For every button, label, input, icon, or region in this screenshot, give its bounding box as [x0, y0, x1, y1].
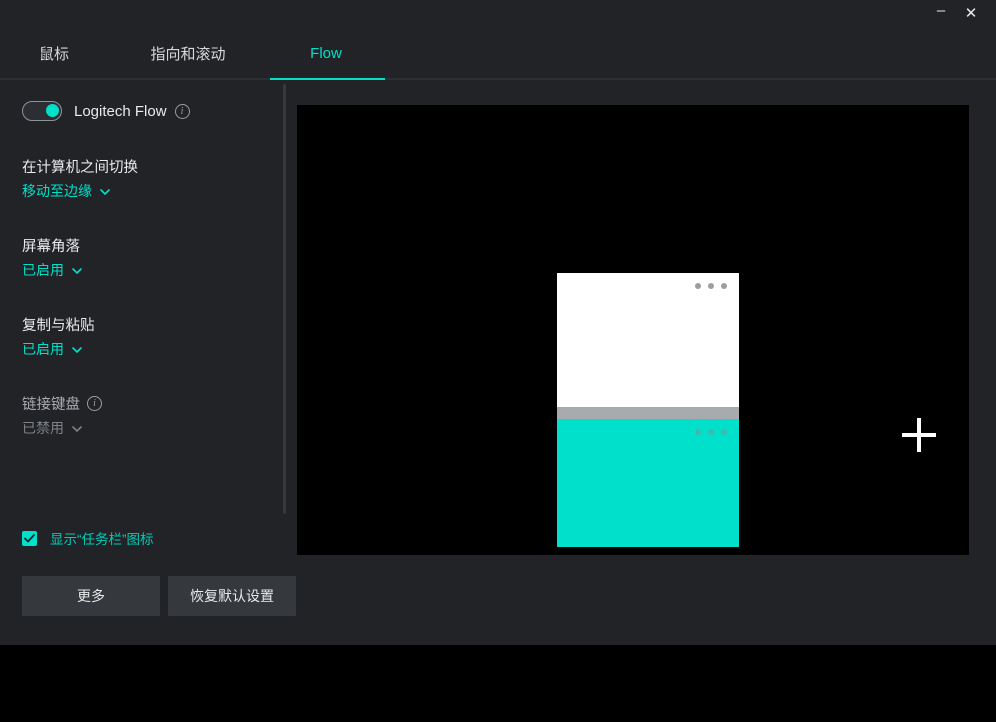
option-copy-and-paste: 复制与粘贴 已启用 [22, 314, 290, 359]
add-screen-icon[interactable] [902, 418, 936, 452]
show-taskbar-icon-label: 显示“任务栏”图标 [50, 532, 154, 547]
tab-mouse[interactable]: 鼠标 [0, 26, 108, 80]
toggle-knob [46, 104, 59, 117]
restore-defaults-button[interactable]: 恢复默认设置 [168, 576, 296, 616]
status-bar: Wireless Mouse MX Master 2S ✳ 添加设备 值 什么值… [0, 645, 996, 722]
option-title: 复制与粘贴 [22, 314, 290, 335]
flow-preview-panel [297, 105, 969, 555]
minimize-icon: – [936, 1, 946, 19]
screen-preview-top[interactable] [557, 273, 739, 407]
logitech-flow-toggle[interactable] [22, 101, 62, 121]
tab-mouse-label: 鼠标 [38, 45, 69, 63]
logitech-options-window: – ✕ 鼠标 指向和滚动 Flow Logitech Flow i 在计算机之间… [0, 0, 996, 722]
info-icon[interactable]: i [174, 103, 190, 119]
sidebar-scrollbar[interactable] [283, 84, 286, 514]
dot-icon [721, 429, 727, 435]
option-value-label: 已启用 [22, 341, 64, 357]
option-title-label: 复制与粘贴 [22, 318, 95, 334]
screen-stack [557, 273, 739, 547]
option-value-dropdown[interactable]: 已启用 [22, 260, 290, 280]
screen-divider[interactable] [557, 407, 739, 419]
chevron-down-icon [72, 268, 82, 274]
tab-flow[interactable]: Flow [268, 26, 384, 80]
info-icon[interactable]: i [87, 396, 102, 411]
dot-icon [695, 429, 701, 435]
flow-settings-sidebar: Logitech Flow i 在计算机之间切换 移动至边缘 屏幕角落 已启用 … [0, 80, 296, 645]
tab-point-and-scroll[interactable]: 指向和滚动 [108, 26, 268, 80]
chevron-down-icon [72, 426, 82, 432]
dot-icon [708, 283, 714, 289]
screen-dots-indicator [695, 429, 727, 435]
dot-icon [695, 283, 701, 289]
show-taskbar-icon-checkbox[interactable] [22, 530, 37, 546]
tab-flow-label: Flow [310, 44, 342, 62]
logitech-flow-label: Logitech Flow [74, 102, 167, 120]
tab-bar: 鼠标 指向和滚动 Flow [0, 26, 996, 80]
show-taskbar-icon-row[interactable]: 显示“任务栏”图标 [22, 528, 154, 548]
option-title-label: 在计算机之间切换 [22, 160, 138, 176]
option-value-dropdown: 已禁用 [22, 418, 290, 438]
option-value-dropdown[interactable]: 移动至边缘 [22, 181, 290, 201]
title-bar: – ✕ [0, 0, 996, 26]
close-button[interactable]: ✕ [956, 0, 986, 26]
screen-dots-indicator [695, 283, 727, 289]
sidebar-button-row: 更多 恢复默认设置 [22, 576, 296, 616]
minimize-button[interactable]: – [926, 0, 956, 26]
option-title: 屏幕角落 [22, 235, 290, 256]
option-title-label: 屏幕角落 [22, 239, 80, 255]
option-title-label: 链接键盘 [22, 397, 80, 413]
option-value-label: 已启用 [22, 262, 64, 278]
option-title: 链接键盘 i [22, 393, 290, 414]
option-switch-between-computers: 在计算机之间切换 移动至边缘 [22, 156, 290, 201]
dot-icon [708, 429, 714, 435]
chevron-down-icon [72, 347, 82, 353]
option-title: 在计算机之间切换 [22, 156, 290, 177]
option-value-label: 已禁用 [22, 420, 64, 436]
content-area: Logitech Flow i 在计算机之间切换 移动至边缘 屏幕角落 已启用 … [0, 80, 996, 645]
more-button[interactable]: 更多 [22, 576, 160, 616]
option-value-dropdown[interactable]: 已启用 [22, 339, 290, 359]
dot-icon [721, 283, 727, 289]
option-screen-corners: 屏幕角落 已启用 [22, 235, 290, 280]
close-icon: ✕ [964, 4, 978, 22]
option-link-keyboard: 链接键盘 i 已禁用 [22, 393, 290, 438]
tab-point-and-scroll-label: 指向和滚动 [150, 45, 226, 63]
chevron-down-icon [100, 189, 110, 195]
logitech-flow-row: Logitech Flow i [22, 98, 290, 124]
screen-preview-bottom[interactable] [557, 419, 739, 547]
option-value-label: 移动至边缘 [22, 183, 92, 199]
